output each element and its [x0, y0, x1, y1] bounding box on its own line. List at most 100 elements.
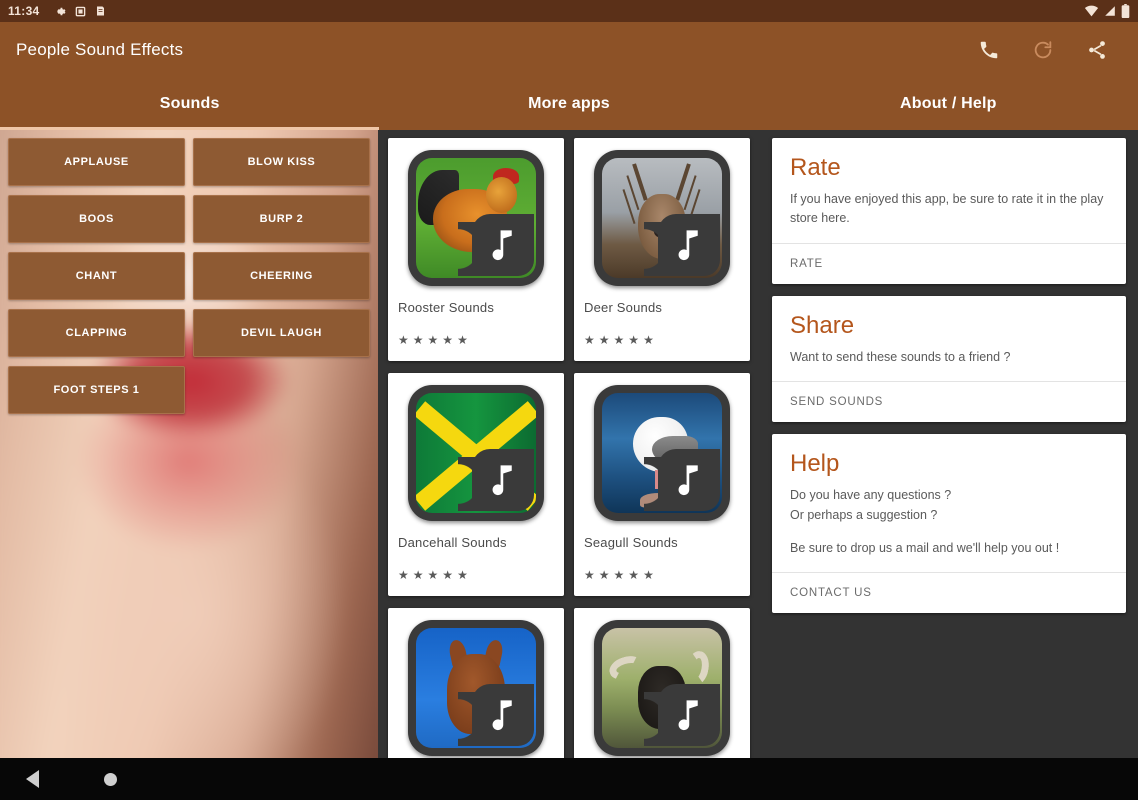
- sound-button-label: DEVIL LAUGH: [241, 327, 322, 339]
- seagull-artwork: [602, 393, 722, 513]
- music-note-icon: [458, 449, 534, 511]
- music-note-icon: [644, 684, 720, 746]
- rate-card-text: If you have enjoyed this app, be sure to…: [790, 190, 1108, 229]
- deer-artwork: [602, 158, 722, 278]
- gear-icon: [56, 7, 65, 15]
- app-icon: [594, 620, 730, 756]
- app-card-grid: Rooster Sounds ★ ★ ★ ★ ★ Deer Sounds ★ ★…: [388, 138, 750, 758]
- send-sounds-button[interactable]: SEND SOUNDS: [772, 382, 1126, 422]
- app-name: Deer Sounds: [584, 300, 663, 315]
- more-apps-pane[interactable]: Rooster Sounds ★ ★ ★ ★ ★ Deer Sounds ★ ★…: [378, 130, 760, 758]
- star-icon: ★: [398, 333, 409, 347]
- rate-card-body: Rate If you have enjoyed this app, be su…: [772, 138, 1126, 243]
- battery-icon: [1121, 4, 1130, 18]
- music-note-icon: [458, 214, 534, 276]
- status-bar: 11:34: [0, 0, 1138, 22]
- app-name: Seagull Sounds: [584, 535, 678, 550]
- sound-button-burp-2[interactable]: BURP 2: [193, 195, 370, 243]
- rate-card: Rate If you have enjoyed this app, be su…: [772, 138, 1126, 284]
- app-icon: [408, 385, 544, 521]
- about-help-pane[interactable]: Rate If you have enjoyed this app, be su…: [760, 130, 1138, 758]
- sound-button-blow-kiss[interactable]: BLOW KISS: [193, 138, 370, 186]
- app-card[interactable]: [388, 608, 564, 758]
- rating-stars: ★ ★ ★ ★ ★: [584, 333, 740, 347]
- sound-button-applause[interactable]: APPLAUSE: [8, 138, 185, 186]
- phone-icon[interactable]: [976, 37, 1002, 63]
- sound-button-label: FOOT STEPS 1: [53, 384, 140, 396]
- tab-label: Sounds: [159, 95, 220, 112]
- tab-about-help[interactable]: About / Help: [759, 78, 1138, 130]
- sound-button-foot-steps-1[interactable]: FOOT STEPS 1: [8, 366, 185, 414]
- app-card[interactable]: [574, 608, 750, 758]
- star-icon: ★: [427, 568, 439, 582]
- help-card: Help Do you have any questions ? Or perh…: [772, 434, 1126, 614]
- star-icon: ★: [643, 568, 654, 582]
- sound-button-label: CHEERING: [250, 270, 313, 282]
- star-icon: ★: [613, 568, 625, 582]
- rating-stars: ★ ★ ★ ★ ★: [398, 333, 554, 347]
- star-icon: ★: [427, 333, 439, 347]
- tab-label: More apps: [528, 95, 610, 112]
- tab-bar: Sounds More apps About / Help: [0, 78, 1138, 130]
- sound-button-label: CHANT: [75, 270, 118, 282]
- tab-sounds[interactable]: Sounds: [0, 78, 380, 130]
- sound-button-cheering[interactable]: CHEERING: [193, 252, 370, 300]
- refresh-icon[interactable]: [1030, 37, 1056, 63]
- star-icon: ★: [442, 568, 454, 582]
- sound-button-label: BLOW KISS: [247, 156, 316, 168]
- star-icon: ★: [412, 333, 424, 347]
- share-card: Share Want to send these sounds to a fri…: [772, 295, 1126, 423]
- signal-icon: [1105, 6, 1115, 16]
- back-triangle-icon[interactable]: [26, 770, 39, 788]
- star-icon: ★: [584, 333, 595, 347]
- star-icon: ★: [643, 333, 654, 347]
- tab-more-apps[interactable]: More apps: [379, 78, 758, 130]
- app-icon: [594, 385, 730, 521]
- app-icon-2: [96, 6, 104, 16]
- star-icon: ★: [598, 568, 610, 582]
- star-icon: ★: [457, 568, 468, 582]
- system-nav-bar: [0, 758, 1138, 800]
- star-icon: ★: [398, 568, 409, 582]
- dancehall-flag-artwork: [416, 393, 536, 513]
- sound-button-clapping[interactable]: CLAPPING: [8, 309, 185, 357]
- page-title: People Sound Effects: [16, 40, 184, 59]
- share-card-line: Want to send these sounds to a friend ?: [790, 349, 1011, 364]
- status-right-icons: [1084, 4, 1130, 18]
- star-icon: ★: [584, 568, 595, 582]
- rate-card-line: If you have enjoyed this app, be sure to…: [790, 192, 1104, 226]
- tab-label: About / Help: [900, 95, 997, 112]
- rating-stars: ★ ★ ★ ★ ★: [584, 568, 740, 582]
- horse-artwork: [416, 628, 536, 748]
- contact-us-button[interactable]: CONTACT US: [772, 573, 1126, 613]
- app-card[interactable]: Rooster Sounds ★ ★ ★ ★ ★: [388, 138, 564, 361]
- app-name: Dancehall Sounds: [398, 535, 507, 550]
- app-bar: People Sound Effects: [0, 22, 1138, 78]
- status-time: 11:34: [8, 4, 40, 18]
- app-name: Rooster Sounds: [398, 300, 495, 315]
- sound-button-boos[interactable]: BOOS: [8, 195, 185, 243]
- rooster-artwork: [416, 158, 536, 278]
- share-card-body: Share Want to send these sounds to a fri…: [772, 296, 1126, 381]
- star-icon: ★: [628, 568, 640, 582]
- sound-button-label: BURP 2: [259, 213, 304, 225]
- app-card[interactable]: Seagull Sounds ★ ★ ★ ★ ★: [574, 373, 750, 596]
- sound-button-chant[interactable]: CHANT: [8, 252, 185, 300]
- help-card-body: Help Do you have any questions ? Or perh…: [772, 434, 1126, 572]
- star-icon: ★: [442, 333, 454, 347]
- home-circle-icon[interactable]: [104, 772, 117, 786]
- help-card-line: Do you have any questions ?: [790, 488, 952, 503]
- sound-button-devil-laugh[interactable]: DEVIL LAUGH: [193, 309, 370, 357]
- rating-stars: ★ ★ ★ ★ ★: [398, 568, 554, 582]
- app-card[interactable]: Deer Sounds ★ ★ ★ ★ ★: [574, 138, 750, 361]
- share-icon[interactable]: [1084, 37, 1110, 63]
- music-note-icon: [644, 214, 720, 276]
- app-card[interactable]: Dancehall Sounds ★ ★ ★ ★ ★: [388, 373, 564, 596]
- content-area: APPLAUSE BLOW KISS BOOS BURP 2 CHANT CHE…: [0, 130, 1138, 758]
- share-card-title: Share: [790, 311, 855, 339]
- sound-button-grid: APPLAUSE BLOW KISS BOOS BURP 2 CHANT CHE…: [8, 138, 370, 414]
- help-card-text: Do you have any questions ? Or perhaps a…: [790, 486, 1108, 558]
- rate-button[interactable]: RATE: [772, 244, 1126, 284]
- sound-button-label: BOOS: [79, 213, 114, 225]
- sounds-pane: APPLAUSE BLOW KISS BOOS BURP 2 CHANT CHE…: [0, 130, 378, 758]
